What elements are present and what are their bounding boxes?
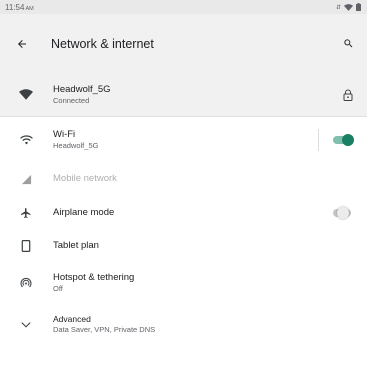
- airplane-mode-row[interactable]: Airplane mode: [0, 196, 367, 229]
- status-time-ampm: AM: [25, 5, 34, 12]
- mobile-network-text: Mobile network: [53, 173, 355, 185]
- advanced-text: Advanced Data Saver, VPN, Private DNS: [53, 313, 355, 335]
- airplane-mode-toggle[interactable]: [333, 206, 351, 219]
- connected-network-text: Headwolf_5G Connected: [53, 84, 341, 106]
- wifi-label: Wi-Fi: [53, 128, 76, 140]
- advanced-row[interactable]: Advanced Data Saver, VPN, Private DNS: [0, 304, 367, 344]
- hotspot-summary: Off: [53, 284, 63, 293]
- hotspot-text: Hotspot & tethering Off: [53, 272, 355, 294]
- airplane-icon: [18, 205, 34, 221]
- hotspot-row[interactable]: Hotspot & tethering Off: [0, 262, 367, 304]
- lock-icon: [341, 88, 355, 102]
- wifi-toggle[interactable]: [333, 133, 354, 146]
- wifi-row[interactable]: Wi-Fi Headwolf_5G: [0, 117, 367, 162]
- arrow-back-icon[interactable]: [14, 36, 30, 52]
- airplane-mode-text: Airplane mode: [53, 207, 333, 219]
- tablet-icon: [18, 238, 34, 254]
- hotspot-label: Hotspot & tethering: [53, 272, 135, 283]
- search-icon[interactable]: [341, 37, 355, 51]
- tablet-plan-label: Tablet plan: [53, 239, 99, 251]
- data-activity-icon: ⇵: [335, 4, 341, 11]
- wifi-divider: [318, 128, 319, 151]
- airplane-mode-toggle-knob: [337, 206, 349, 219]
- cell-signal-icon: [18, 171, 34, 187]
- connected-network-card[interactable]: Headwolf_5G Connected: [0, 73, 367, 117]
- page-title: Network & internet: [51, 36, 154, 51]
- wifi-toggle-knob: [342, 133, 354, 146]
- wifi-status-icon: [344, 3, 353, 11]
- mobile-network-label: Mobile network: [53, 173, 117, 184]
- status-time-value: 11:54: [5, 2, 25, 12]
- tablet-plan-row[interactable]: Tablet plan: [0, 229, 367, 262]
- advanced-label: Advanced: [53, 314, 91, 324]
- airplane-mode-label: Airplane mode: [53, 206, 115, 218]
- chevron-down-icon: [18, 316, 34, 332]
- mobile-network-row: Mobile network: [0, 162, 367, 196]
- status-time: 11:54 AM: [5, 3, 34, 12]
- app-bar: Network & internet: [0, 14, 367, 73]
- wifi-text: Wi-Fi Headwolf_5G: [53, 129, 318, 151]
- tablet-plan-text: Tablet plan: [53, 240, 355, 252]
- advanced-summary: Data Saver, VPN, Private DNS: [53, 325, 156, 334]
- connected-network-status: Connected: [53, 95, 90, 105]
- status-bar: 11:54 AM ⇵: [0, 0, 367, 14]
- hotspot-icon: [18, 275, 34, 291]
- connected-network-name: Headwolf_5G: [53, 83, 111, 95]
- battery-icon: [356, 3, 361, 11]
- wifi-full-icon: [18, 87, 34, 103]
- status-icons: ⇵: [336, 3, 361, 11]
- wifi-summary: Headwolf_5G: [53, 140, 99, 150]
- wifi-icon: [18, 132, 34, 148]
